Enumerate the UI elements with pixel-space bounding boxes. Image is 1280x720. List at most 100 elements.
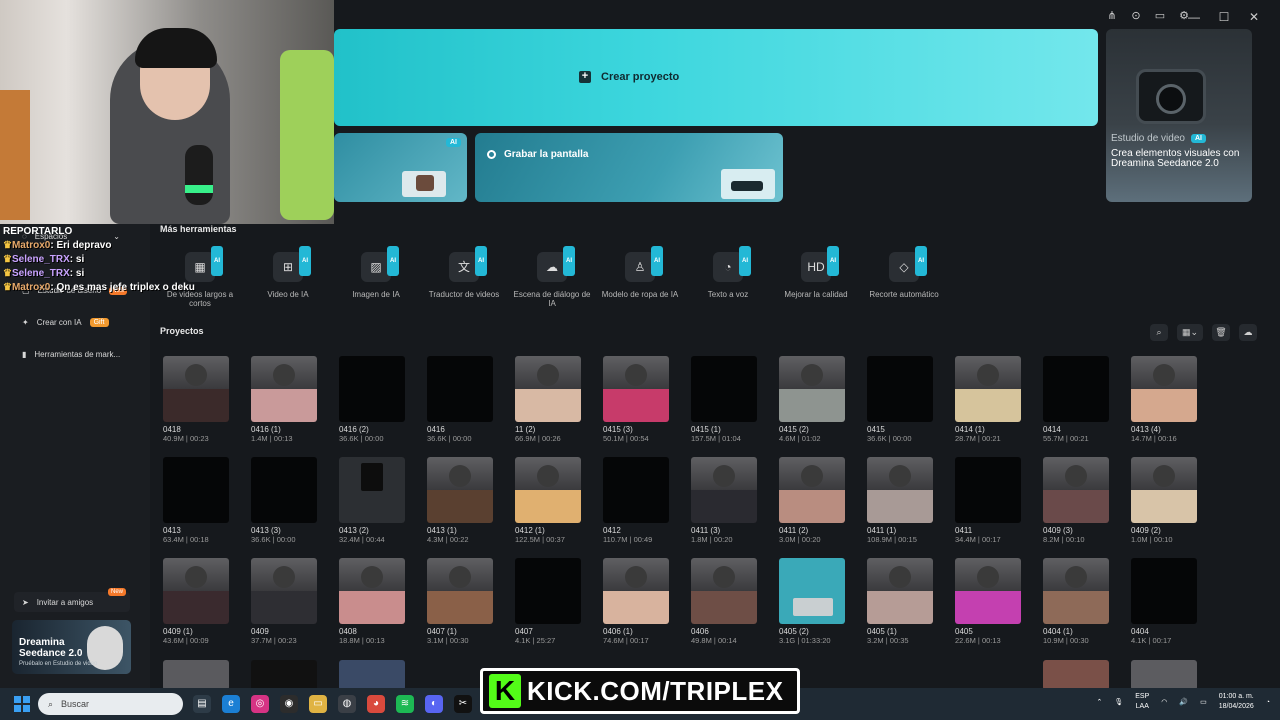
project-card[interactable]: 0405 22.6M | 00:13 bbox=[955, 558, 1021, 645]
project-thumbnail[interactable] bbox=[427, 558, 493, 624]
close-button[interactable]: ✕ bbox=[1248, 10, 1260, 24]
project-thumbnail[interactable] bbox=[251, 558, 317, 624]
project-thumbnail[interactable] bbox=[603, 558, 669, 624]
minimize-button[interactable]: — bbox=[1188, 10, 1200, 24]
project-thumbnail[interactable] bbox=[779, 457, 845, 523]
tool-dialog[interactable]: ☁ AI Escena de diálogo de IA bbox=[512, 246, 592, 308]
project-card[interactable]: 0415 (2) 4.6M | 01:02 bbox=[779, 356, 845, 443]
video-studio-promo[interactable]: Estudio de video AI Crea elementos visua… bbox=[1106, 29, 1252, 202]
project-card[interactable]: 0404 (1) 10.9M | 00:30 bbox=[1043, 558, 1109, 645]
project-thumbnail[interactable] bbox=[339, 457, 405, 523]
create-project-banner[interactable]: + Crear proyecto bbox=[334, 29, 1098, 126]
project-thumbnail[interactable] bbox=[779, 356, 845, 422]
maximize-button[interactable]: ☐ bbox=[1218, 10, 1230, 24]
project-thumbnail[interactable] bbox=[163, 457, 229, 523]
clock[interactable]: 01:00 a. m. 18/04/2026 bbox=[1219, 692, 1254, 712]
steam-icon[interactable]: ◍ bbox=[338, 695, 356, 713]
project-card[interactable]: 0405 (2) 3.1G | 01:33:20 bbox=[779, 558, 845, 645]
project-thumbnail[interactable] bbox=[251, 356, 317, 422]
project-card[interactable]: 0407 4.1K | 25:27 bbox=[515, 558, 581, 645]
project-thumbnail[interactable] bbox=[955, 457, 1021, 523]
project-thumbnail[interactable] bbox=[339, 558, 405, 624]
view-icon[interactable]: ▦⌄ bbox=[1177, 324, 1203, 341]
project-card[interactable]: 0418 40.9M | 00:23 bbox=[163, 356, 229, 443]
project-thumbnail[interactable] bbox=[1131, 558, 1197, 624]
project-card[interactable]: 0411 (3) 1.8M | 00:20 bbox=[691, 457, 757, 544]
project-thumbnail[interactable] bbox=[251, 660, 317, 688]
tool-eraser[interactable]: ◇ AI Recorte automático bbox=[864, 246, 944, 299]
obs-icon[interactable]: ◉ bbox=[280, 695, 298, 713]
instagram-icon[interactable]: ◎ bbox=[251, 695, 269, 713]
tool-ai-image[interactable]: ▨ AI Imagen de IA bbox=[336, 246, 416, 299]
project-thumbnail[interactable] bbox=[1131, 660, 1197, 688]
chevron-up-icon[interactable]: ⌃ bbox=[1096, 698, 1102, 706]
project-card[interactable]: 0406 (1) 74.6M | 00:17 bbox=[603, 558, 669, 645]
share-icon[interactable]: ⋔ bbox=[1106, 10, 1118, 22]
battery-icon[interactable]: ▭ bbox=[1200, 698, 1207, 706]
project-thumbnail[interactable] bbox=[603, 356, 669, 422]
project-card[interactable]: 0405 (1) 3.2M | 00:35 bbox=[867, 558, 933, 645]
project-thumbnail[interactable] bbox=[1043, 558, 1109, 624]
cloud-icon[interactable]: ☁ bbox=[1239, 324, 1257, 341]
widgets-icon[interactable]: ▤ bbox=[193, 695, 211, 713]
project-thumbnail[interactable] bbox=[427, 356, 493, 422]
tool-hd[interactable]: HD AI Mejorar la calidad bbox=[776, 246, 856, 299]
project-card[interactable]: 0416 (1) 1.4M | 00:13 bbox=[251, 356, 317, 443]
project-thumbnail[interactable] bbox=[163, 558, 229, 624]
capcut-icon[interactable]: ✂ bbox=[454, 695, 472, 713]
project-thumbnail[interactable] bbox=[1043, 660, 1109, 688]
mic-icon[interactable]: 🎙 bbox=[1114, 698, 1123, 706]
project-card[interactable]: 0413 (2) 32.4M | 00:44 bbox=[339, 457, 405, 544]
project-card[interactable]: 0411 34.4M | 00:17 bbox=[955, 457, 1021, 544]
project-card[interactable]: 0409 37.7M | 00:23 bbox=[251, 558, 317, 645]
project-card[interactable]: 0416 36.6K | 00:00 bbox=[427, 356, 493, 443]
upload-icon[interactable]: ⊙ bbox=[1130, 10, 1142, 22]
project-thumbnail[interactable] bbox=[867, 356, 933, 422]
project-card[interactable]: 0413 63.4M | 00:18 bbox=[163, 457, 229, 544]
project-card[interactable]: 0409 (1) 43.6M | 00:09 bbox=[163, 558, 229, 645]
project-card[interactable]: 11 (2) 66.9M | 00:26 bbox=[515, 356, 581, 443]
feedback-icon[interactable]: ▭ bbox=[1154, 10, 1166, 22]
project-thumbnail[interactable] bbox=[691, 356, 757, 422]
invite-friends-button[interactable]: ➤ Invitar a amigos New bbox=[14, 588, 130, 612]
project-card[interactable]: 0411 (1) 108.9M | 00:15 bbox=[867, 457, 933, 544]
project-thumbnail[interactable] bbox=[691, 457, 757, 523]
project-card[interactable]: 0404 4.1K | 00:17 bbox=[1131, 558, 1197, 645]
project-thumbnail[interactable] bbox=[955, 356, 1021, 422]
long-to-short-card[interactable]: AI bbox=[334, 133, 467, 202]
project-card[interactable]: 0416 (2) 36.6K | 00:00 bbox=[339, 356, 405, 443]
project-thumbnail[interactable] bbox=[603, 457, 669, 523]
seedance-promo-card[interactable]: Dreamina Seedance 2.0 Pruébalo en Estudi… bbox=[12, 620, 131, 674]
notifications-icon[interactable]: ◔ bbox=[1266, 699, 1270, 706]
spotify-icon[interactable]: ≋ bbox=[396, 695, 414, 713]
project-card[interactable]: 0406 49.8M | 00:14 bbox=[691, 558, 757, 645]
sidebar-item-herramientas[interactable]: ▮ Herramientas de mark... bbox=[22, 350, 120, 359]
sidebar-item-crear-ia[interactable]: ✦ Crear con IA Gift bbox=[22, 318, 109, 327]
wifi-icon[interactable]: ◠ bbox=[1161, 698, 1167, 706]
project-card[interactable]: 0415 36.6K | 00:00 bbox=[867, 356, 933, 443]
tool-voice[interactable]: ◔ AI Texto a voz bbox=[688, 246, 768, 299]
project-thumbnail[interactable] bbox=[1043, 457, 1109, 523]
project-thumbnail[interactable] bbox=[339, 356, 405, 422]
project-thumbnail[interactable] bbox=[1043, 356, 1109, 422]
project-thumbnail[interactable] bbox=[163, 356, 229, 422]
language-indicator[interactable]: ESP LAA bbox=[1135, 692, 1149, 712]
project-card[interactable]: 0409 (3) 8.2M | 00:10 bbox=[1043, 457, 1109, 544]
create-project-button[interactable]: + Crear proyecto bbox=[579, 71, 679, 83]
tool-translate[interactable]: 文 AI Traductor de videos bbox=[424, 246, 504, 299]
project-thumbnail[interactable] bbox=[1131, 457, 1197, 523]
project-card[interactable]: 0414 (1) 28.7M | 00:21 bbox=[955, 356, 1021, 443]
trash-icon[interactable]: 🗑 bbox=[1212, 324, 1230, 341]
file-explorer-icon[interactable]: ▭ bbox=[309, 695, 327, 713]
taskbar-search[interactable]: ⌕ Buscar bbox=[38, 693, 183, 715]
project-thumbnail[interactable] bbox=[867, 457, 933, 523]
project-card[interactable]: 0415 (3) 50.1M | 00:54 bbox=[603, 356, 669, 443]
project-card[interactable]: 0409 (2) 1.0M | 00:10 bbox=[1131, 457, 1197, 544]
project-thumbnail[interactable] bbox=[339, 660, 405, 688]
project-card[interactable]: 0413 (1) 4.3M | 00:22 bbox=[427, 457, 493, 544]
project-card[interactable]: 0411 (2) 3.0M | 00:20 bbox=[779, 457, 845, 544]
project-thumbnail[interactable] bbox=[163, 660, 229, 688]
project-thumbnail[interactable] bbox=[691, 558, 757, 624]
project-card[interactable]: 0415 (1) 157.5M | 01:04 bbox=[691, 356, 757, 443]
volume-icon[interactable]: 🔊 bbox=[1179, 698, 1188, 706]
